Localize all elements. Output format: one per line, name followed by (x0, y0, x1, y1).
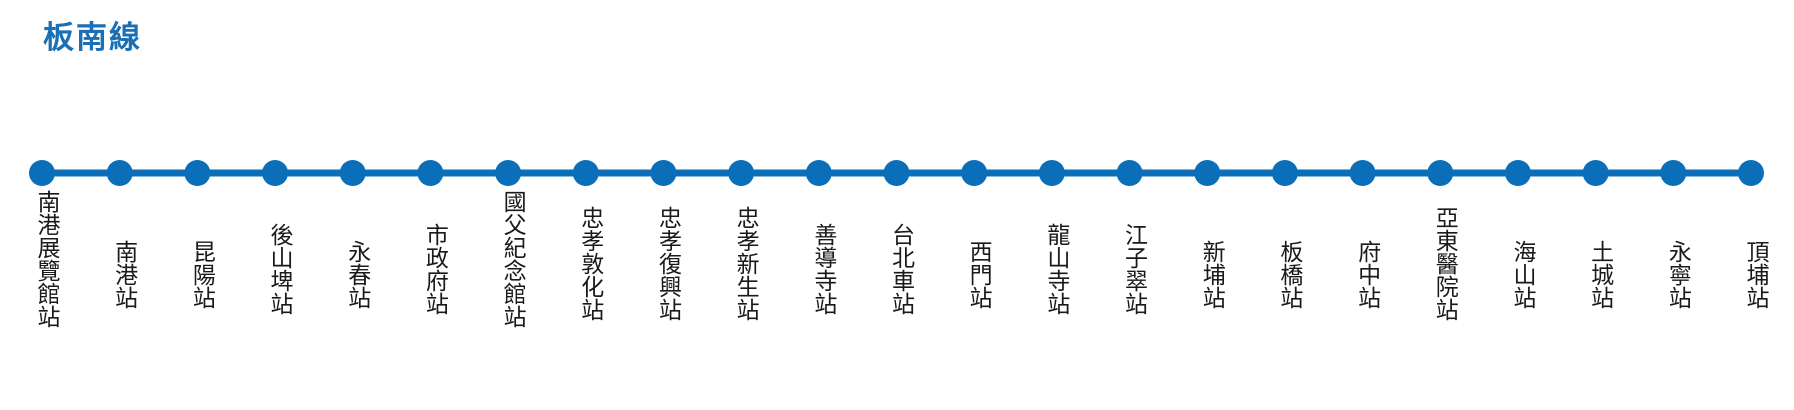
station-dot (1582, 160, 1609, 186)
station-dot (728, 160, 755, 186)
station-dot (961, 160, 988, 186)
station-dot (417, 160, 444, 186)
station-dot (805, 160, 832, 186)
station-dot (1194, 160, 1221, 186)
station-label: 亞東醫院站 (1431, 206, 1458, 322)
station-label: 海山站 (1508, 239, 1535, 309)
station-label: 忠孝新生站 (732, 206, 759, 322)
station-dot (106, 160, 133, 186)
station-label: 新埔站 (1198, 239, 1225, 309)
station-dot (883, 160, 910, 186)
station-label: 國父紀念館站 (499, 189, 526, 328)
station-dot (1504, 160, 1531, 186)
station-label: 忠孝復興站 (654, 206, 681, 322)
station-label: 善導寺站 (809, 223, 836, 315)
station-label: 永春站 (343, 239, 370, 309)
station-dot (1660, 160, 1687, 186)
station-dot (1038, 160, 1065, 186)
station-dot (1271, 160, 1298, 186)
station-label: 西門站 (965, 239, 992, 309)
station-label: 頂埔站 (1742, 239, 1768, 309)
station-dot (262, 160, 289, 186)
station-dot (650, 160, 677, 186)
station-dot (339, 160, 366, 186)
station-dot (495, 160, 522, 186)
station-label: 南港展覽館站 (33, 189, 59, 328)
station-dot (184, 160, 211, 186)
station-label: 忠孝敦化站 (576, 206, 603, 322)
station-label: 江子翠站 (1120, 223, 1147, 315)
station-label: 板橋站 (1275, 239, 1302, 309)
station-dot (572, 160, 599, 186)
station-dot (1427, 160, 1454, 186)
station-label: 龍山寺站 (1042, 223, 1069, 315)
route-diagram (29, 160, 1764, 186)
station-dot (29, 160, 55, 186)
station-dot (1349, 160, 1376, 186)
station-label: 府中站 (1353, 239, 1380, 309)
station-label: 市政府站 (421, 223, 448, 315)
station-label: 台北車站 (887, 223, 914, 315)
station-label: 土城站 (1586, 239, 1613, 309)
station-label: 後山埤站 (266, 223, 293, 315)
station-label: 南港站 (110, 239, 137, 309)
station-dot (1738, 160, 1764, 186)
station-label: 永寧站 (1664, 239, 1691, 309)
station-dot (1116, 160, 1143, 186)
station-label: 昆陽站 (188, 239, 215, 309)
